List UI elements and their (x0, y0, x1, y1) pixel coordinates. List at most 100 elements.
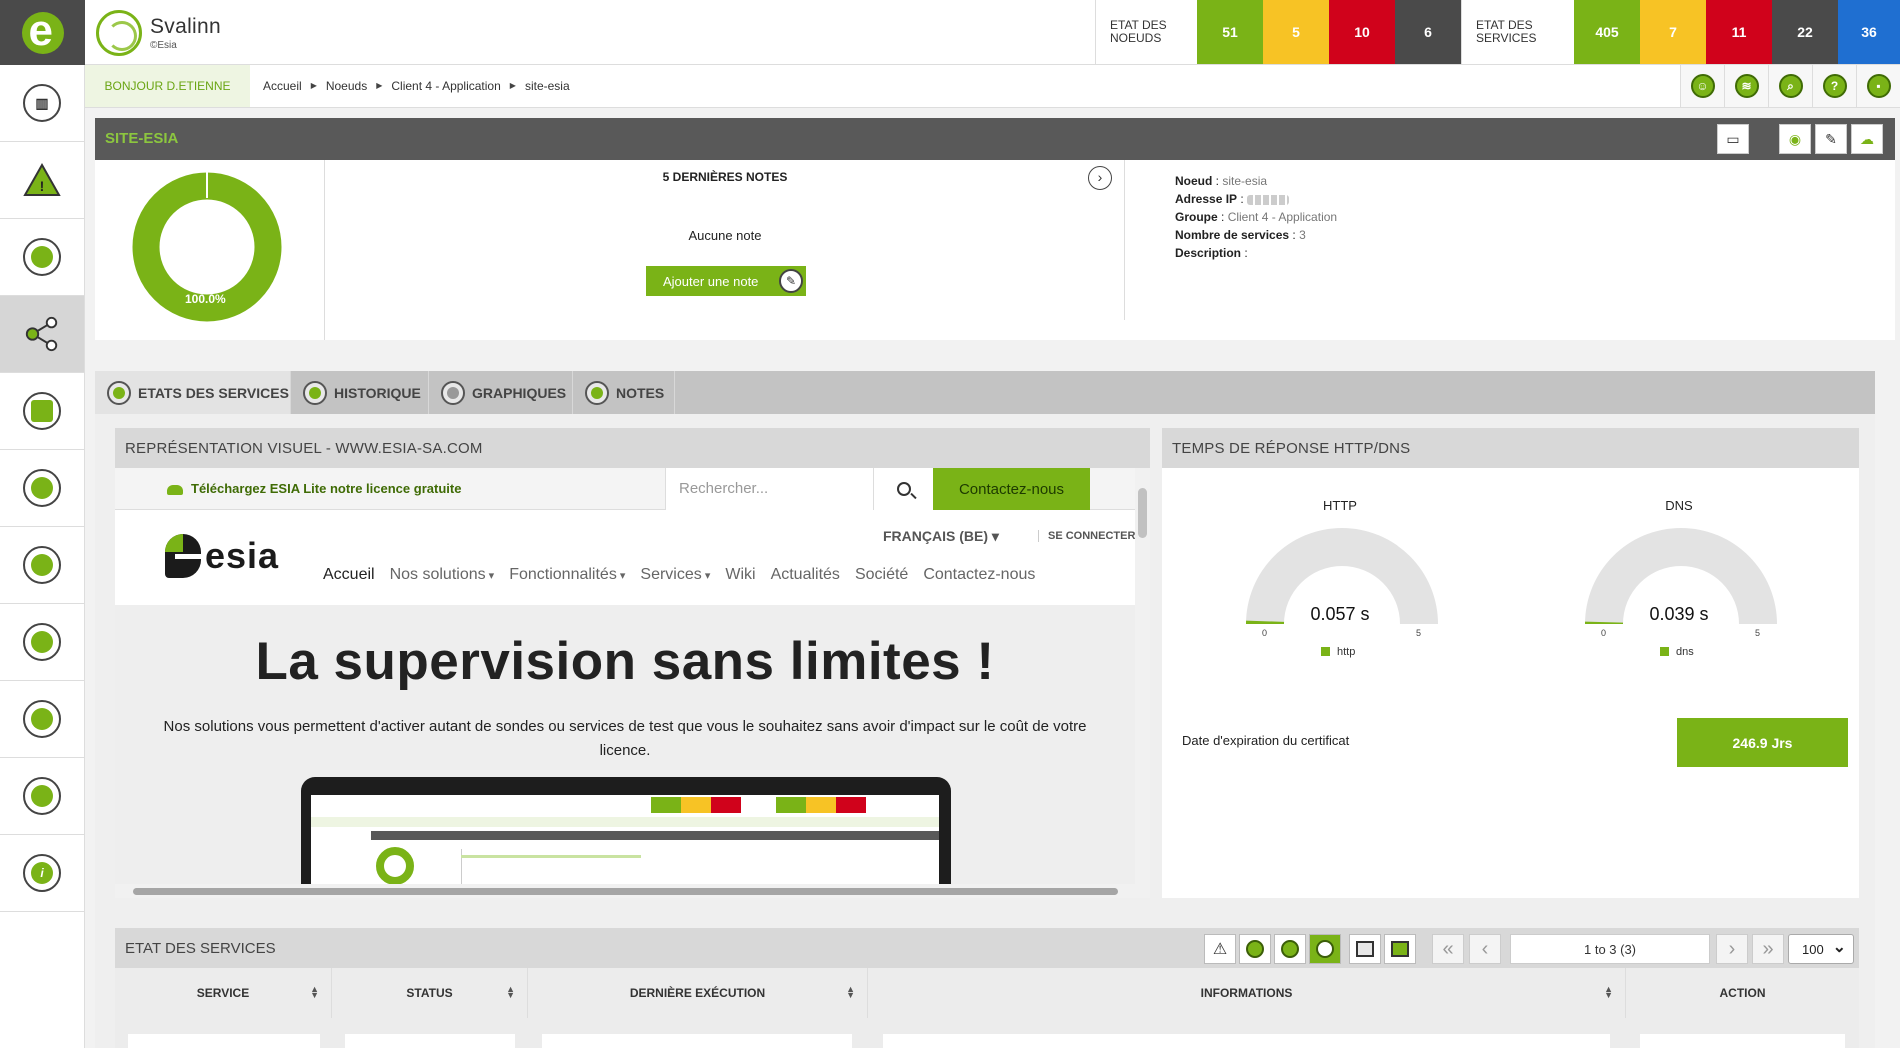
filter-alerts-button[interactable]: ⚠ (1204, 934, 1236, 964)
services-pending-count[interactable]: 36 (1838, 0, 1900, 64)
esia-logo[interactable] (0, 0, 85, 65)
dns-gauge-value: 0.039 s (1649, 604, 1709, 624)
ip-value-masked (1247, 194, 1290, 205)
search-button[interactable]: ⌕ (1768, 65, 1812, 107)
rss-icon: ≋ (1734, 74, 1759, 98)
site-nav-contact[interactable]: Contactez-nous (923, 566, 1035, 584)
site-search-input[interactable]: Rechercher... (665, 468, 873, 510)
column-status[interactable]: STATUS ▲ ▼ (332, 968, 528, 1018)
horizontal-scrollbar[interactable] (115, 884, 1150, 898)
tab-notes[interactable]: NOTES (573, 371, 675, 414)
site-download-link[interactable]: Téléchargez ESIA Lite notre licence grat… (167, 481, 461, 496)
column-information[interactable]: INFORMATIONS ▲ ▼ (868, 968, 1626, 1018)
column-service[interactable]: SERVICE ▲ ▼ (115, 968, 332, 1018)
search-icon (896, 482, 911, 496)
website-preview[interactable]: Téléchargez ESIA Lite notre licence grat… (115, 468, 1150, 898)
recheck-icon (1281, 940, 1299, 958)
filter-last-run-input[interactable] (542, 1034, 852, 1048)
node-maintenance-button[interactable]: ☁ (1851, 124, 1883, 154)
column-last-run[interactable]: DERNIÈRE EXÉCUTION ▲ ▼ (528, 968, 868, 1018)
site-esia-logo[interactable]: esia (165, 534, 279, 578)
sidebar-item-layers[interactable] (0, 681, 84, 758)
nodes-ok-count[interactable]: 51 (1197, 0, 1263, 64)
ip-label: Adresse IP (1175, 192, 1238, 206)
services-ok-count[interactable]: 405 (1574, 0, 1640, 64)
sidebar-item-history[interactable] (0, 219, 84, 296)
site-language-select[interactable]: FRANÇAIS (BE) ▾ (883, 528, 999, 545)
breadcrumb-group[interactable]: Client 4 - Application (391, 79, 500, 93)
dns-gauge-min: 0 (1601, 628, 1607, 638)
breadcrumb-nodes[interactable]: Noeuds (326, 79, 367, 93)
print-button[interactable] (1349, 934, 1381, 964)
site-download-label: Téléchargez ESIA Lite notre licence grat… (191, 481, 462, 496)
sidebar-item-alerts[interactable]: ! (0, 142, 84, 219)
filter-action-input[interactable] (1640, 1034, 1845, 1048)
site-nav-company[interactable]: Société (855, 566, 908, 584)
availability-donut: 100.0% (95, 160, 325, 340)
site-nav-news[interactable]: Actualités (771, 566, 840, 584)
site-nav-features[interactable]: Fonctionnalités (509, 566, 625, 584)
network-map-icon (23, 623, 61, 661)
breadcrumb-home[interactable]: Accueil (263, 79, 302, 93)
alert-triangle-icon: ⚠ (1212, 941, 1228, 958)
screen-edit-icon: ▭ (1726, 130, 1740, 147)
nodes-unknown-count[interactable]: 6 (1395, 0, 1461, 64)
lock-button[interactable]: ▪ (1856, 65, 1900, 107)
vertical-scrollbar[interactable] (1135, 468, 1150, 884)
visual-panel-title: REPRÉSENTATION VISUEL - WWW.ESIA-SA.COM (115, 428, 1150, 468)
tab-label: GRAPHIQUES (472, 384, 567, 401)
sidebar-item-map[interactable] (0, 604, 84, 681)
alert-triangle-icon: ! (23, 161, 61, 199)
services-unknown-count[interactable]: 22 (1772, 0, 1838, 64)
site-nav-solutions[interactable]: Nos solutions (390, 566, 495, 584)
pagination-info: 1 to 3 (3) (1510, 934, 1710, 964)
site-nav-home[interactable]: Accueil (323, 566, 375, 584)
app-subtitle: ©Esia (150, 40, 177, 51)
sidebar-item-users[interactable] (0, 527, 84, 604)
filter-status-input[interactable] (345, 1034, 515, 1048)
prev-page-button[interactable]: ‹ (1469, 934, 1501, 964)
user-profile-button[interactable]: ☺ (1680, 65, 1724, 107)
nodes-warning-count[interactable]: 5 (1263, 0, 1329, 64)
site-search-button[interactable] (873, 468, 933, 510)
recheck-services-button[interactable] (1274, 934, 1306, 964)
tab-charts[interactable]: GRAPHIQUES (429, 371, 573, 414)
node-edit-button[interactable]: ✎ (1815, 124, 1847, 154)
sidebar: ▥ ! i (0, 65, 85, 1048)
sidebar-item-reports[interactable] (0, 373, 84, 450)
sidebar-item-settings[interactable] (0, 758, 84, 835)
sidebar-item-nodes[interactable] (0, 296, 84, 373)
node-edit-screen-button[interactable]: ▭ (1717, 124, 1749, 154)
chevron-right-icon[interactable]: › (1088, 166, 1112, 190)
site-nav-services[interactable]: Services (640, 566, 710, 584)
filter-service-input[interactable] (128, 1034, 320, 1048)
breadcrumb: Accueil ▶ Noeuds ▶ Client 4 - Application ▶… (263, 79, 570, 93)
sidebar-item-dashboard[interactable]: ▥ (0, 65, 84, 142)
services-critical-count[interactable]: 11 (1706, 0, 1772, 64)
sidebar-item-satellite[interactable] (0, 450, 84, 527)
site-nav-wiki[interactable]: Wiki (725, 566, 755, 584)
site-login-link[interactable]: SE CONNECTER (1038, 530, 1135, 542)
acknowledge-button[interactable] (1239, 934, 1271, 964)
nodes-critical-count[interactable]: 10 (1329, 0, 1395, 64)
group-label: Groupe (1175, 210, 1218, 224)
last-page-button[interactable]: » (1752, 934, 1784, 964)
first-page-button[interactable]: « (1432, 934, 1464, 964)
help-button[interactable]: ? (1812, 65, 1856, 107)
maintenance-button[interactable] (1309, 934, 1341, 964)
rss-button[interactable]: ≋ (1724, 65, 1768, 107)
legend-swatch (1321, 647, 1330, 656)
dns-gauge-max: 5 (1755, 628, 1761, 638)
page-size-select[interactable]: 100 (1788, 934, 1854, 964)
filter-information-input[interactable] (883, 1034, 1610, 1048)
tab-history[interactable]: HISTORIQUE (291, 371, 429, 414)
add-note-button[interactable]: Ajouter une note ✎ (646, 266, 806, 296)
chart-icon (441, 380, 465, 405)
services-warning-count[interactable]: 7 (1640, 0, 1706, 64)
next-page-button[interactable]: › (1716, 934, 1748, 964)
node-recheck-button[interactable]: ◉ (1779, 124, 1811, 154)
export-grid-button[interactable] (1384, 934, 1416, 964)
tab-service-states[interactable]: ETATS DES SERVICES (95, 371, 291, 414)
sidebar-item-info[interactable]: i (0, 835, 84, 912)
site-contact-button[interactable]: Contactez-nous (933, 468, 1090, 510)
